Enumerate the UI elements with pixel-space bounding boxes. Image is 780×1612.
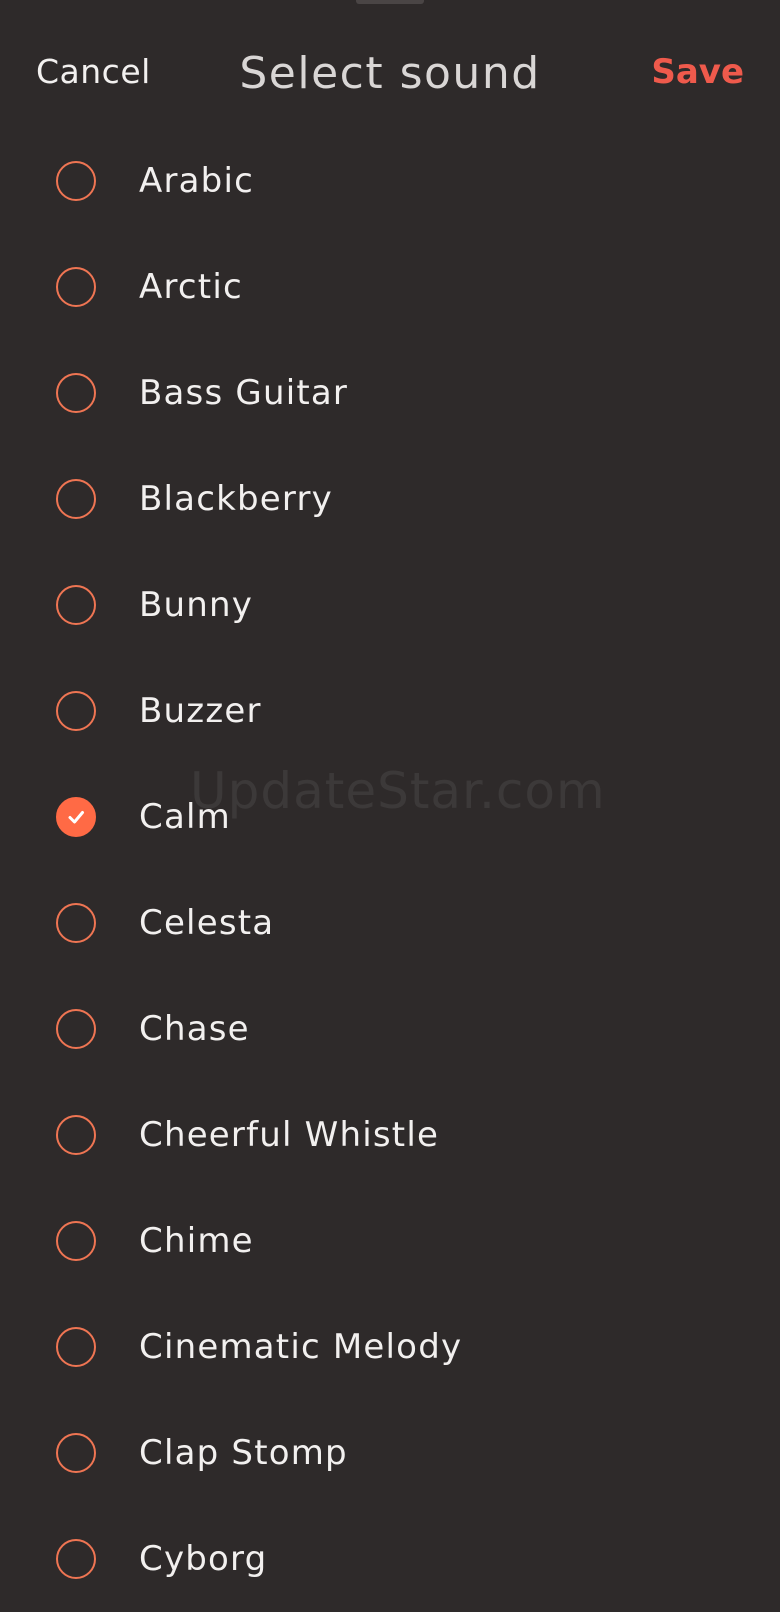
sound-option-bunny[interactable]: Bunny	[0, 552, 780, 658]
radio-unchecked-icon[interactable]	[56, 1539, 96, 1579]
sound-option-calm[interactable]: Calm	[0, 764, 780, 870]
sound-option-label: Cinematic Melody	[139, 1327, 463, 1367]
radio-unchecked-icon[interactable]	[56, 691, 96, 731]
sound-option-label: Chase	[139, 1009, 250, 1049]
sound-option-label: Chime	[139, 1221, 254, 1261]
sound-option-cyborg[interactable]: Cyborg	[0, 1506, 780, 1612]
radio-unchecked-icon[interactable]	[56, 161, 96, 201]
sound-option-label: Arctic	[139, 267, 243, 307]
sound-list: Arabic Arctic Bass Guitar Blackberry Bunny Bu…	[0, 128, 780, 1612]
sound-option-chime[interactable]: Chime	[0, 1188, 780, 1294]
sound-option-label: Blackberry	[139, 479, 333, 519]
save-button[interactable]: Save	[651, 52, 744, 92]
sound-option-label: Cheerful Whistle	[139, 1115, 440, 1155]
sound-option-label: Bunny	[139, 585, 254, 625]
radio-checked-icon[interactable]	[56, 797, 96, 837]
radio-unchecked-icon[interactable]	[56, 1221, 96, 1261]
radio-unchecked-icon[interactable]	[56, 1433, 96, 1473]
radio-unchecked-icon[interactable]	[56, 1009, 96, 1049]
radio-unchecked-icon[interactable]	[56, 903, 96, 943]
sound-option-blackberry[interactable]: Blackberry	[0, 446, 780, 552]
radio-unchecked-icon[interactable]	[56, 585, 96, 625]
sound-option-clap-stomp[interactable]: Clap Stomp	[0, 1400, 780, 1506]
radio-unchecked-icon[interactable]	[56, 1115, 96, 1155]
radio-unchecked-icon[interactable]	[56, 267, 96, 307]
sound-option-buzzer[interactable]: Buzzer	[0, 658, 780, 764]
sound-option-label: Bass Guitar	[139, 373, 349, 413]
sound-option-cinematic-melody[interactable]: Cinematic Melody	[0, 1294, 780, 1400]
sound-option-chase[interactable]: Chase	[0, 976, 780, 1082]
sound-option-bass-guitar[interactable]: Bass Guitar	[0, 340, 780, 446]
sound-option-label: Cyborg	[139, 1539, 268, 1579]
sound-option-cheerful-whistle[interactable]: Cheerful Whistle	[0, 1082, 780, 1188]
sound-option-celesta[interactable]: Celesta	[0, 870, 780, 976]
radio-unchecked-icon[interactable]	[56, 373, 96, 413]
sound-option-label: Calm	[139, 797, 231, 837]
checkmark-icon	[68, 811, 84, 824]
sound-option-label: Buzzer	[139, 691, 262, 731]
sound-option-label: Arabic	[139, 161, 254, 201]
radio-unchecked-icon[interactable]	[56, 1327, 96, 1367]
sound-option-label: Clap Stomp	[139, 1433, 348, 1473]
sound-option-arctic[interactable]: Arctic	[0, 234, 780, 340]
radio-unchecked-icon[interactable]	[56, 479, 96, 519]
sound-option-arabic[interactable]: Arabic	[0, 128, 780, 234]
sound-option-label: Celesta	[139, 903, 275, 943]
